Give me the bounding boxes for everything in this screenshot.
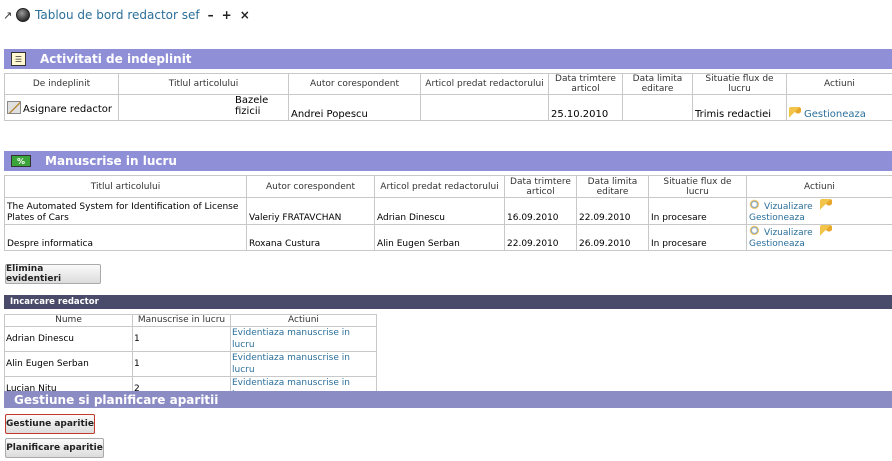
magnifier-icon [749, 199, 761, 211]
status-cell: In procesare [648, 224, 747, 251]
col-header[interactable]: Actiuni [786, 73, 892, 95]
col-header[interactable]: Data trimtere articol [548, 73, 623, 95]
col-header[interactable]: Data trimtere articol [504, 175, 577, 198]
minimize-control[interactable]: – [208, 8, 214, 22]
task-cell: Asignare redactor [23, 103, 113, 115]
author-cell: Roxana Custura [246, 224, 375, 251]
close-control[interactable]: × [240, 8, 250, 22]
deadline-cell: 26.09.2010 [576, 224, 649, 251]
manage-link[interactable]: Gestioneaza [749, 213, 805, 223]
clipboard-icon: ☰ [11, 52, 26, 66]
highlight-link[interactable]: Evidentiaza manuscrise in lucru [232, 353, 350, 375]
col-header: Actiuni [230, 314, 377, 327]
status-cell: Trimis redactiei [692, 94, 787, 121]
author-cell: Valeriy FRATAVCHAN [246, 197, 375, 225]
dashboard-title: Tablou de bord redactor sef [35, 8, 200, 22]
col-header[interactable]: De indeplinit [4, 73, 119, 95]
maximize-control[interactable]: + [222, 8, 232, 22]
sent-date-cell: 22.09.2010 [504, 224, 577, 251]
author-cell: Andrei Popescu [288, 94, 421, 121]
col-header: Nume [4, 314, 133, 327]
percent-icon: % [11, 155, 31, 167]
manage-link[interactable]: Gestioneaza [804, 109, 866, 120]
workload-panel-header: Incarcare redactor [4, 295, 892, 309]
table-row: Despre informatica Roxana Custura Alin E… [4, 224, 892, 251]
dashboard-title-bar: ↗ Tablou de bord redactor sef – + × [3, 6, 250, 24]
wrench-icon [789, 107, 801, 119]
col-header[interactable]: Titlul articolului [4, 175, 247, 198]
editor-cell: Adrian Dinescu [374, 197, 505, 225]
plan-issue-button[interactable]: Planificare aparitie [5, 438, 104, 458]
col-header[interactable]: Situatie flux de lucru [648, 175, 747, 198]
manuscripts-section-title: Manuscrise in lucru [45, 154, 177, 168]
col-header[interactable]: Actiuni [746, 175, 892, 198]
manage-link[interactable]: Gestioneaza [749, 239, 805, 249]
activities-table: De indeplinit Titlul articolului Autor c… [4, 73, 892, 121]
manage-issue-button[interactable]: Gestiune aparitie [5, 414, 95, 434]
editor-cell: Alin Eugen Serban [374, 224, 505, 251]
deadline-cell [622, 94, 693, 121]
col-header: Manuscrise in lucru [132, 314, 231, 327]
article-title-cell: Despre informatica [4, 224, 247, 251]
article-title-cell: Bazele fizicii [118, 94, 289, 121]
view-link[interactable]: Vizualizare [764, 228, 813, 238]
col-header[interactable]: Articol predat redactorului [374, 175, 505, 198]
editor-name-cell: Adrian Dinescu [4, 326, 133, 352]
activities-section-header: ☰ Activitati de indeplinit [4, 49, 892, 69]
manuscripts-table: Titlul articolului Autor corespondent Ar… [4, 175, 892, 251]
highlight-link[interactable]: Evidentiaza manuscrise in lucru [232, 328, 350, 350]
publishing-section-title: Gestiune si planificare aparitii [14, 392, 219, 407]
workload-table: Nume Manuscrise in lucru Actiuni Adrian … [4, 314, 377, 402]
manuscripts-section-header: % Manuscrise in lucru [4, 151, 892, 171]
table-row: Adrian Dinescu 1 Evidentiaza manuscrise … [4, 326, 377, 352]
col-header[interactable]: Autor corespondent [246, 175, 375, 198]
table-row: The Automated System for Identification … [4, 197, 892, 225]
magnifier-icon [749, 225, 761, 237]
assigned-editor-cell [420, 94, 549, 121]
count-cell: 1 [132, 326, 231, 352]
col-header[interactable]: Situatie flux de lucru [692, 73, 787, 95]
deadline-cell: 22.09.2010 [576, 197, 649, 225]
sent-date-cell: 25.10.2010 [548, 94, 623, 121]
activities-section-title: Activitati de indeplinit [40, 52, 192, 66]
sent-date-cell: 16.09.2010 [504, 197, 577, 225]
publishing-section-header: Gestiune si planificare aparitii [4, 391, 892, 408]
col-header[interactable]: Titlul articolului [118, 73, 289, 95]
view-link[interactable]: Vizualizare [764, 202, 813, 212]
col-header[interactable]: Data limita editare [576, 175, 649, 198]
col-header[interactable]: Data limita editare [622, 73, 693, 95]
col-header[interactable]: Autor corespondent [288, 73, 421, 95]
globe-icon [16, 8, 30, 22]
clear-highlights-button[interactable]: Elimina evidentieri [5, 264, 101, 284]
col-header[interactable]: Articol predat redactorului [420, 73, 549, 95]
editor-name-cell: Alin Eugen Serban [4, 351, 133, 377]
table-row: Alin Eugen Serban 1 Evidentiaza manuscri… [4, 351, 377, 377]
article-title-cell: The Automated System for Identification … [4, 197, 247, 225]
pin-icon[interactable]: ↗ [3, 9, 13, 22]
table-row: Asignare redactor Bazele fizicii Andrei … [4, 94, 892, 121]
wrench-icon [819, 199, 832, 211]
wrench-icon [819, 225, 832, 237]
count-cell: 1 [132, 351, 231, 377]
edit-icon [7, 100, 21, 114]
status-cell: In procesare [648, 197, 747, 225]
